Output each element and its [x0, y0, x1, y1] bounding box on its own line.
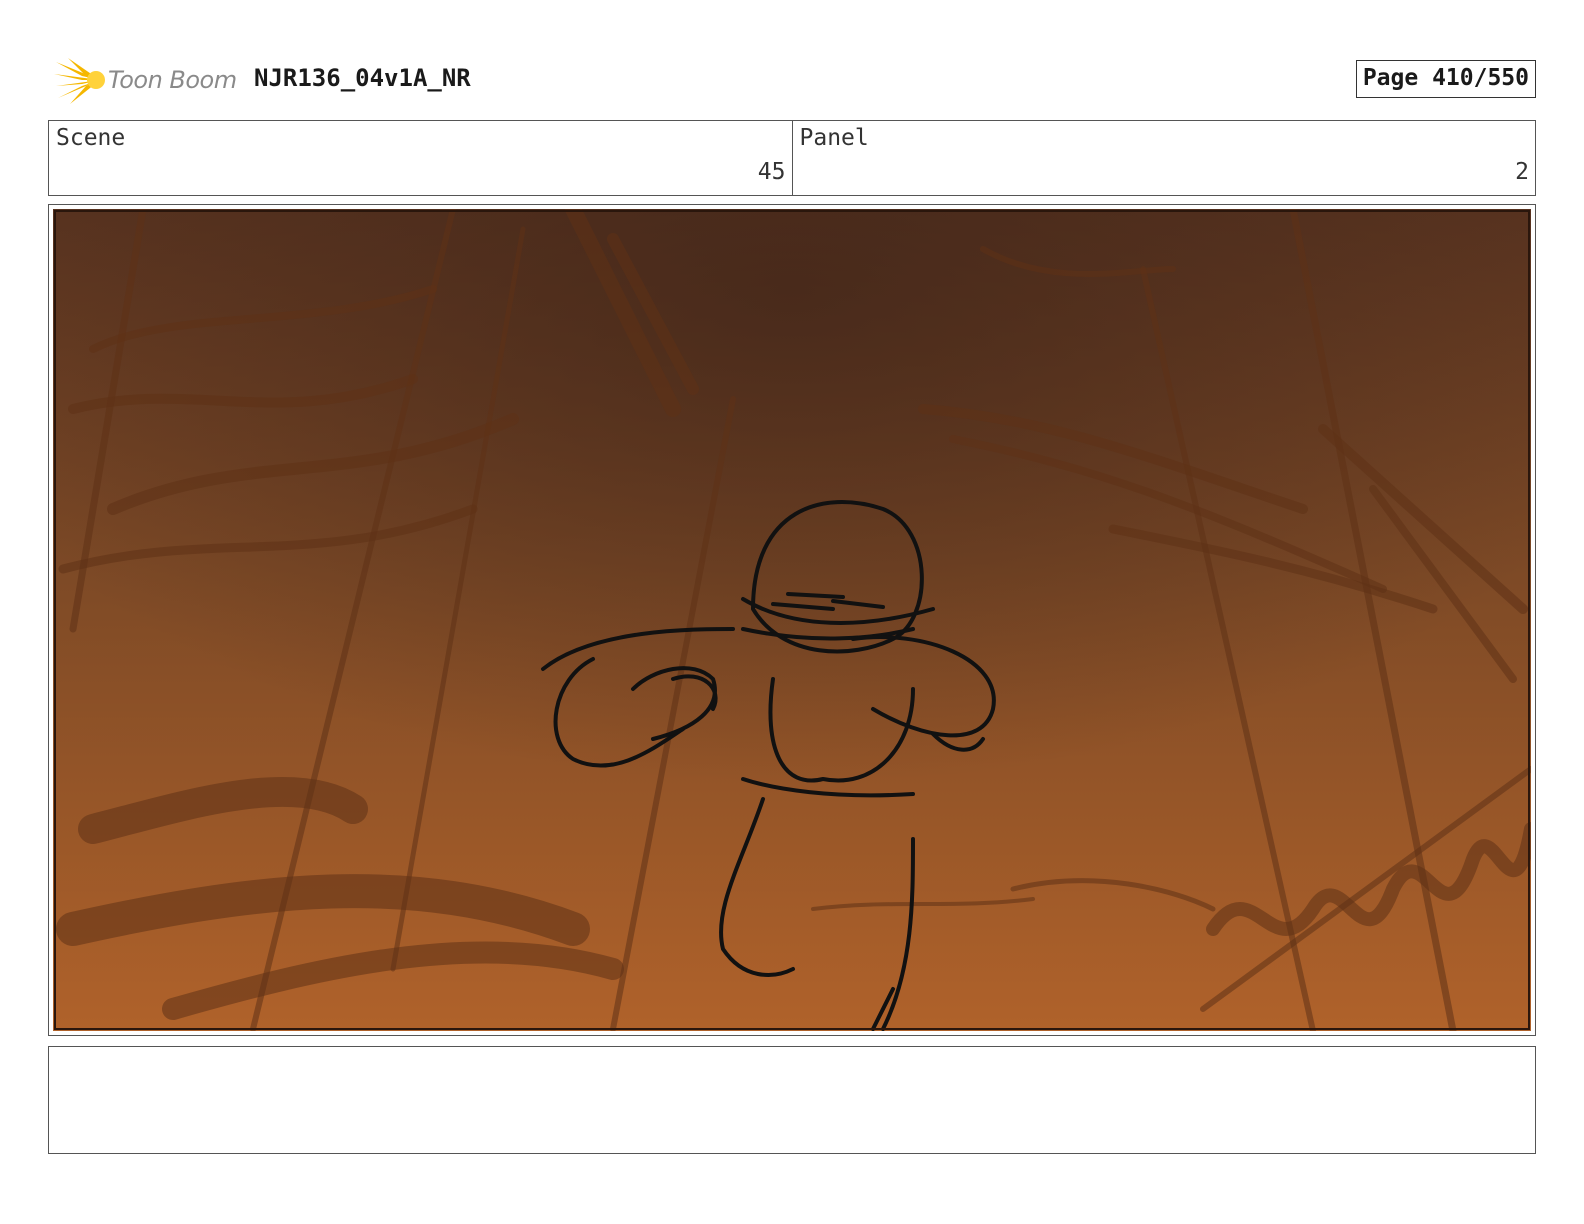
panel-cell: Panel 2 [791, 121, 1536, 195]
scene-value: 45 [757, 159, 786, 185]
brand-name: Toon Boom [108, 66, 237, 94]
brand-logo: Toon Boom [52, 56, 242, 106]
sketch-drawing-icon [53, 209, 1531, 1031]
page-indicator: Page 410/550 [1355, 60, 1536, 98]
panel-label: Panel [799, 125, 869, 151]
panel-value: 2 [1515, 159, 1529, 185]
scene-panel-info: Scene 45 Panel 2 [48, 120, 1536, 196]
storyboard-panel [48, 204, 1536, 1036]
panel-notes [48, 1046, 1536, 1154]
scene-cell: Scene 45 [49, 121, 792, 195]
project-title: NJR136_04v1A_NR [254, 64, 471, 92]
page-header: Toon Boom NJR136_04v1A_NR Page 410/550 [48, 56, 1536, 106]
toon-boom-starburst-icon [54, 58, 105, 104]
scene-label: Scene [56, 125, 126, 151]
